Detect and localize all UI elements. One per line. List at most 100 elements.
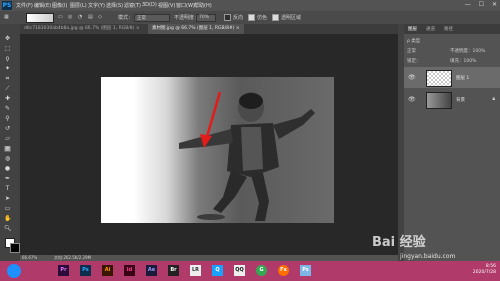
tab-document-1[interactable]: d6c7183030ab4b8a.jpg @ 66.7% (图层 1, RGB/… <box>20 24 144 34</box>
taskbar-firefox-icon[interactable]: Fx <box>278 265 289 276</box>
opacity-input[interactable]: 70% <box>196 14 216 22</box>
type-tool-icon[interactable]: T <box>4 186 11 192</box>
layer-filter-kind: ρ 类型 <box>407 39 421 44</box>
taskbar-photoshop-icon[interactable]: Ps <box>80 265 91 276</box>
minimize-icon[interactable]: — <box>465 1 471 8</box>
mode-value: 正常 <box>137 16 146 21</box>
menu-bar: PS 文件(F) 编辑(E) 图像(I) 图层(L) 文字(Y) 选择(S) 滤… <box>0 0 500 11</box>
options-bar: ▦ ▭ ◎ ◔ ▤ ◇ 模式： 正常 不透明度： 70% 反向 仿色 透明区域 <box>0 11 500 25</box>
layer-row[interactable]: 👁︎ 图层 1 <box>404 67 500 88</box>
taskbar-aftereffects-icon[interactable]: Ae <box>146 265 157 276</box>
mode-select[interactable]: 正常 <box>134 14 170 22</box>
clock-date: 2020/7/28 <box>472 270 496 275</box>
layer-filter[interactable]: ρ 类型 <box>407 38 420 44</box>
menu-window[interactable]: 窗口(W) <box>176 2 195 9</box>
magic-wand-tool-icon[interactable]: ✦ <box>4 66 11 72</box>
close-icon[interactable]: ✕ <box>492 1 497 8</box>
layer-name: 图层 1 <box>456 76 470 81</box>
menu-file[interactable]: 文件(F) <box>16 2 33 9</box>
fill-label: 填充： <box>450 59 464 64</box>
start-button-icon[interactable] <box>7 264 21 278</box>
canvas-area[interactable] <box>20 34 398 255</box>
taskbar-app-icon-2[interactable]: Ps <box>300 265 311 276</box>
blend-mode-value: 正常 <box>407 49 416 54</box>
visibility-eye-icon[interactable]: 👁︎ <box>408 96 416 103</box>
tab-paths[interactable]: 路径 <box>444 26 453 32</box>
healing-brush-tool-icon[interactable]: ✚ <box>4 96 11 102</box>
tab-layers[interactable]: 图层 <box>408 26 417 32</box>
taskbar-premiere-icon[interactable]: Pr <box>58 265 69 276</box>
transparency-label: 透明区域 <box>281 15 302 21</box>
panel-tabs: 图层 通道 路径 <box>404 24 500 34</box>
tools-panel: ✥ ⬚ ϙ ✦ ⌗ ⟋ ✚ ✎ ⚲ ↺ ▱ ▦ ◍ ● ✒ T ➤ ▭ ✋ 🔍︎ <box>0 24 21 261</box>
watermark-brand: Bai 经验 <box>372 235 426 250</box>
menu-image[interactable]: 图像(I) <box>52 2 67 9</box>
window-controls: — ☐ ✕ <box>457 1 497 8</box>
angle-gradient-icon[interactable]: ◔ <box>78 14 82 20</box>
layer-thumbnail <box>426 92 452 109</box>
dither-label: 仿色 <box>257 15 268 21</box>
path-selection-tool-icon[interactable]: ➤ <box>4 196 11 202</box>
lock-icon: 🔒︎ <box>492 96 495 102</box>
blend-mode-select[interactable]: 正常 <box>407 48 416 54</box>
tab-document-2[interactable]: 素材图.jpg @ 66.7% (图层 1, RGB/8#) × <box>148 24 244 34</box>
layer-row[interactable]: 👁︎ 背景 🔒︎ <box>404 89 500 110</box>
taskbar-app-icon[interactable]: Q <box>212 265 223 276</box>
menu-help[interactable]: 帮助(H) <box>194 2 212 9</box>
layer-name: 背景 <box>456 98 465 103</box>
radial-gradient-icon[interactable]: ◎ <box>68 14 72 20</box>
history-brush-tool-icon[interactable]: ↺ <box>4 126 11 132</box>
brush-tool-icon[interactable]: ✎ <box>4 106 11 112</box>
layer-opacity[interactable]: 不透明度：100% <box>450 48 485 54</box>
clone-stamp-tool-icon[interactable]: ⚲ <box>4 116 11 122</box>
taskbar-chrome-icon[interactable]: G <box>256 265 267 276</box>
shape-tool-icon[interactable]: ▭ <box>4 206 11 212</box>
menu-select[interactable]: 选择(S) <box>106 2 123 9</box>
reverse-checkbox[interactable]: 反向 <box>224 14 243 21</box>
background-color-swatch[interactable] <box>10 243 20 253</box>
taskbar-lightroom-icon[interactable]: LR <box>190 265 201 276</box>
dodge-tool-icon[interactable]: ● <box>4 166 11 172</box>
layers-panel: 图层 通道 路径 ρ 类型 正常 不透明度：100% 锁定： 填充：100% 👁… <box>404 24 500 261</box>
visibility-eye-icon[interactable]: 👁︎ <box>408 74 416 81</box>
maximize-icon[interactable]: ☐ <box>479 1 484 8</box>
opacity-value: 70% <box>199 15 210 20</box>
move-tool-icon[interactable]: ✥ <box>4 36 11 42</box>
menu-type[interactable]: 文字(Y) <box>88 2 105 9</box>
gradient-picker[interactable] <box>26 13 54 23</box>
layer-opacity-value: 100% <box>472 49 486 54</box>
menu-edit[interactable]: 编辑(E) <box>34 2 51 9</box>
transparency-checkbox[interactable]: 透明区域 <box>272 14 301 21</box>
taskbar-illustrator-icon[interactable]: Ai <box>102 265 113 276</box>
tab-channels[interactable]: 通道 <box>426 26 435 32</box>
hand-tool-icon[interactable]: ✋ <box>4 216 11 222</box>
gradient-tool-icon[interactable]: ▦ <box>4 14 9 20</box>
taskbar-qq-icon[interactable]: QQ <box>234 265 245 276</box>
red-arrow-annotation <box>200 91 222 148</box>
layer-thumbnail <box>426 70 452 87</box>
eraser-tool-icon[interactable]: ▱ <box>4 136 11 142</box>
blur-tool-icon[interactable]: ◍ <box>4 156 11 162</box>
fill-field[interactable]: 填充：100% <box>450 58 476 64</box>
diamond-gradient-icon[interactable]: ◇ <box>98 14 102 20</box>
lasso-tool-icon[interactable]: ϙ <box>4 56 11 62</box>
eyedropper-tool-icon[interactable]: ⟋ <box>4 86 11 92</box>
pen-tool-icon[interactable]: ✒ <box>4 176 11 182</box>
taskbar-indesign-icon[interactable]: Id <box>124 265 135 276</box>
reflected-gradient-icon[interactable]: ▤ <box>88 14 93 20</box>
menu-3d[interactable]: 3D(D) <box>142 2 157 8</box>
marquee-tool-icon[interactable]: ⬚ <box>4 46 11 52</box>
menu-layer[interactable]: 图层(L) <box>70 2 87 9</box>
document-tab-bar: d6c7183030ab4b8a.jpg @ 66.7% (图层 1, RGB/… <box>20 24 398 34</box>
menu-filter[interactable]: 滤镜(T) <box>124 2 141 9</box>
crop-tool-icon[interactable]: ⌗ <box>4 76 11 82</box>
fill-value: 100% <box>463 59 477 64</box>
gradient-tool-icon-active[interactable]: ▦ <box>4 146 11 152</box>
menu-view[interactable]: 视图(V) <box>158 2 175 9</box>
linear-gradient-icon[interactable]: ▭ <box>58 14 63 20</box>
lock-row: 锁定： <box>407 58 421 64</box>
zoom-tool-icon[interactable]: 🔍︎ <box>4 226 12 232</box>
dither-checkbox[interactable]: 仿色 <box>248 14 267 21</box>
taskbar-bridge-icon[interactable]: Br <box>168 265 179 276</box>
system-tray-clock[interactable]: 8:56 2020/7/28 <box>473 264 496 276</box>
